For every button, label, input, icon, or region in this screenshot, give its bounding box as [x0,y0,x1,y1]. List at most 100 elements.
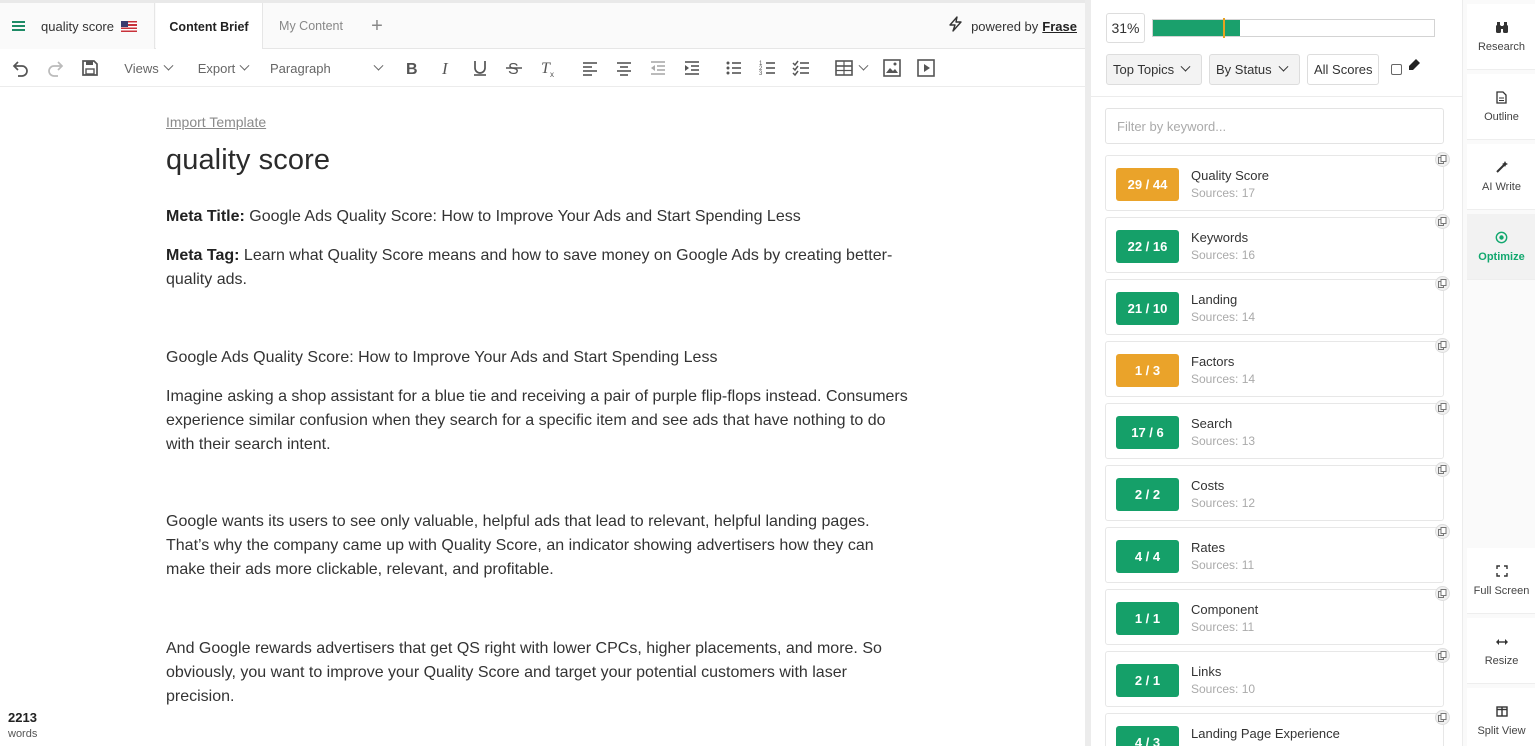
copy-icon[interactable] [1435,276,1450,291]
fullscreen-icon [1495,564,1508,579]
copy-icon[interactable] [1435,648,1450,663]
copy-icon[interactable] [1435,462,1450,477]
save-icon[interactable] [78,49,102,87]
topic-name: Rates [1191,540,1225,555]
topic-sources: Sources: 11 [1191,558,1255,572]
topic-sources: Sources: 12 [1191,496,1256,510]
export-dropdown[interactable]: Export [193,49,253,87]
topic-score-badge: 2 / 1 [1116,664,1179,697]
chevron-down-icon [373,60,384,71]
views-dropdown[interactable]: Views [120,49,176,87]
image-icon[interactable] [880,49,904,87]
topic-score-bar [1152,18,1435,38]
undo-icon[interactable] [8,49,32,87]
topic-card[interactable]: 2 / 1 Links Sources: 10 [1105,648,1450,707]
topic-score-badge: 22 / 16 [1116,230,1179,263]
document-tab[interactable]: quality score [0,3,155,49]
clear-format-icon[interactable]: Tx [536,49,560,87]
copy-icon[interactable] [1435,338,1450,353]
topic-name: Costs [1191,478,1225,493]
add-tab-button[interactable]: + [362,3,392,49]
tab-content-brief[interactable]: Content Brief [156,3,263,50]
paragraph[interactable]: And Google rewards advertisers that get … [166,637,886,709]
meta-title-label: Meta Title: [166,208,245,225]
bold-icon[interactable]: B [400,49,424,87]
copy-icon[interactable] [1435,214,1450,229]
align-left-icon[interactable] [578,49,602,87]
topic-card[interactable]: 17 / 6 Search Sources: 13 [1105,400,1450,459]
chevron-down-icon [163,60,174,71]
align-center-icon[interactable] [612,49,636,87]
right-nav: Research Outline AI Write Optimize Full … [1462,0,1535,746]
topic-card[interactable]: 29 / 44 Quality Score Sources: 17 [1105,152,1450,211]
filter-keyword-input[interactable] [1105,108,1444,144]
strikethrough-icon[interactable]: S [502,49,526,87]
svg-text:B: B [406,61,418,78]
table-dropdown[interactable] [830,49,870,87]
all-scores-button[interactable]: All Scores [1307,54,1379,85]
paragraph[interactable]: Imagine asking a shop assistant for a bl… [166,385,916,457]
topic-card[interactable]: 2 / 2 Costs Sources: 12 [1105,462,1450,521]
copy-icon[interactable] [1435,586,1450,601]
copy-icon[interactable] [1435,152,1450,167]
bullet-list-icon[interactable] [722,49,746,87]
topic-sources: Sources: 14 [1191,372,1256,386]
topic-card[interactable]: 4 / 4 Rates Sources: 11 [1105,524,1450,583]
nav-ai-write[interactable]: AI Write [1467,144,1535,210]
meta-tag-line[interactable]: Meta Tag: Learn what Quality Score means… [166,244,896,292]
powered-by[interactable]: powered by Frase [948,3,1077,49]
redo-icon[interactable] [44,49,68,87]
copy-icon[interactable] [1435,400,1450,415]
editor-area[interactable]: Import Template quality score Meta Title… [0,88,1085,746]
copy-icon[interactable] [1435,524,1450,539]
paragraph[interactable]: Google Ads Quality Score: How to Improve… [166,346,916,370]
topic-score-percent: 31% [1106,13,1145,43]
topic-name: Landing [1191,292,1238,307]
nav-split-view[interactable]: Split View [1467,688,1535,746]
outdent-icon[interactable] [646,49,670,87]
italic-icon[interactable]: I [434,49,458,87]
highlighter-icon[interactable] [1407,58,1421,75]
meta-title-line[interactable]: Meta Title: Google Ads Quality Score: Ho… [166,205,916,229]
paragraph-style-select[interactable]: Paragraph [270,49,384,87]
topic-card[interactable]: 22 / 16 Keywords Sources: 16 [1105,214,1450,273]
select-all-checkbox[interactable] [1391,64,1402,75]
topic-card[interactable]: 4 / 3 Landing Page Experience [1105,710,1450,746]
nav-outline[interactable]: Outline [1467,74,1535,140]
indent-icon[interactable] [680,49,704,87]
topic-card[interactable]: 21 / 10 Landing Sources: 14 [1105,276,1450,335]
topic-card[interactable]: 1 / 3 Factors Sources: 14 [1105,338,1450,397]
top-topics-select[interactable]: Top Topics [1106,54,1202,85]
by-status-select[interactable]: By Status [1209,54,1300,85]
video-icon[interactable] [914,49,938,87]
word-count-number: 2213 [8,710,37,725]
checklist-icon[interactable] [790,49,814,87]
export-label: Export [197,60,236,76]
menu-icon[interactable] [12,21,25,31]
underline-icon[interactable] [468,49,492,87]
nav-research-label: Research [1477,40,1526,53]
nav-full-screen[interactable]: Full Screen [1467,548,1535,614]
app-root: quality score Content Brief My Content +… [0,0,1535,746]
topic-sources: Sources: 11 [1191,620,1255,634]
tab-bar: quality score Content Brief My Content +… [0,0,1085,50]
document-title[interactable]: quality score [166,144,330,177]
svg-text:S: S [508,61,519,78]
topic-card[interactable]: 1 / 1 Component Sources: 11 [1105,586,1450,645]
svg-text:3: 3 [759,71,763,77]
tab-my-content[interactable]: My Content [264,3,358,49]
paragraph[interactable]: Google wants its users to see only valua… [166,510,916,582]
copy-icon[interactable] [1435,710,1450,725]
import-template-link[interactable]: Import Template [166,114,266,130]
nav-resize[interactable]: Resize [1467,618,1535,684]
nav-research[interactable]: Research [1467,4,1535,70]
topic-sources: Sources: 14 [1191,310,1256,324]
powered-by-brand[interactable]: Frase [1042,19,1077,34]
topic-sources: Sources: 17 [1191,186,1256,200]
nav-optimize[interactable]: Optimize [1467,214,1535,280]
numbered-list-icon[interactable]: 123 [756,49,780,87]
chevron-down-icon [1278,61,1289,72]
word-count: 2213 words [8,710,37,740]
topic-score-target-marker [1223,18,1225,38]
topic-sources: Sources: 16 [1191,248,1256,262]
